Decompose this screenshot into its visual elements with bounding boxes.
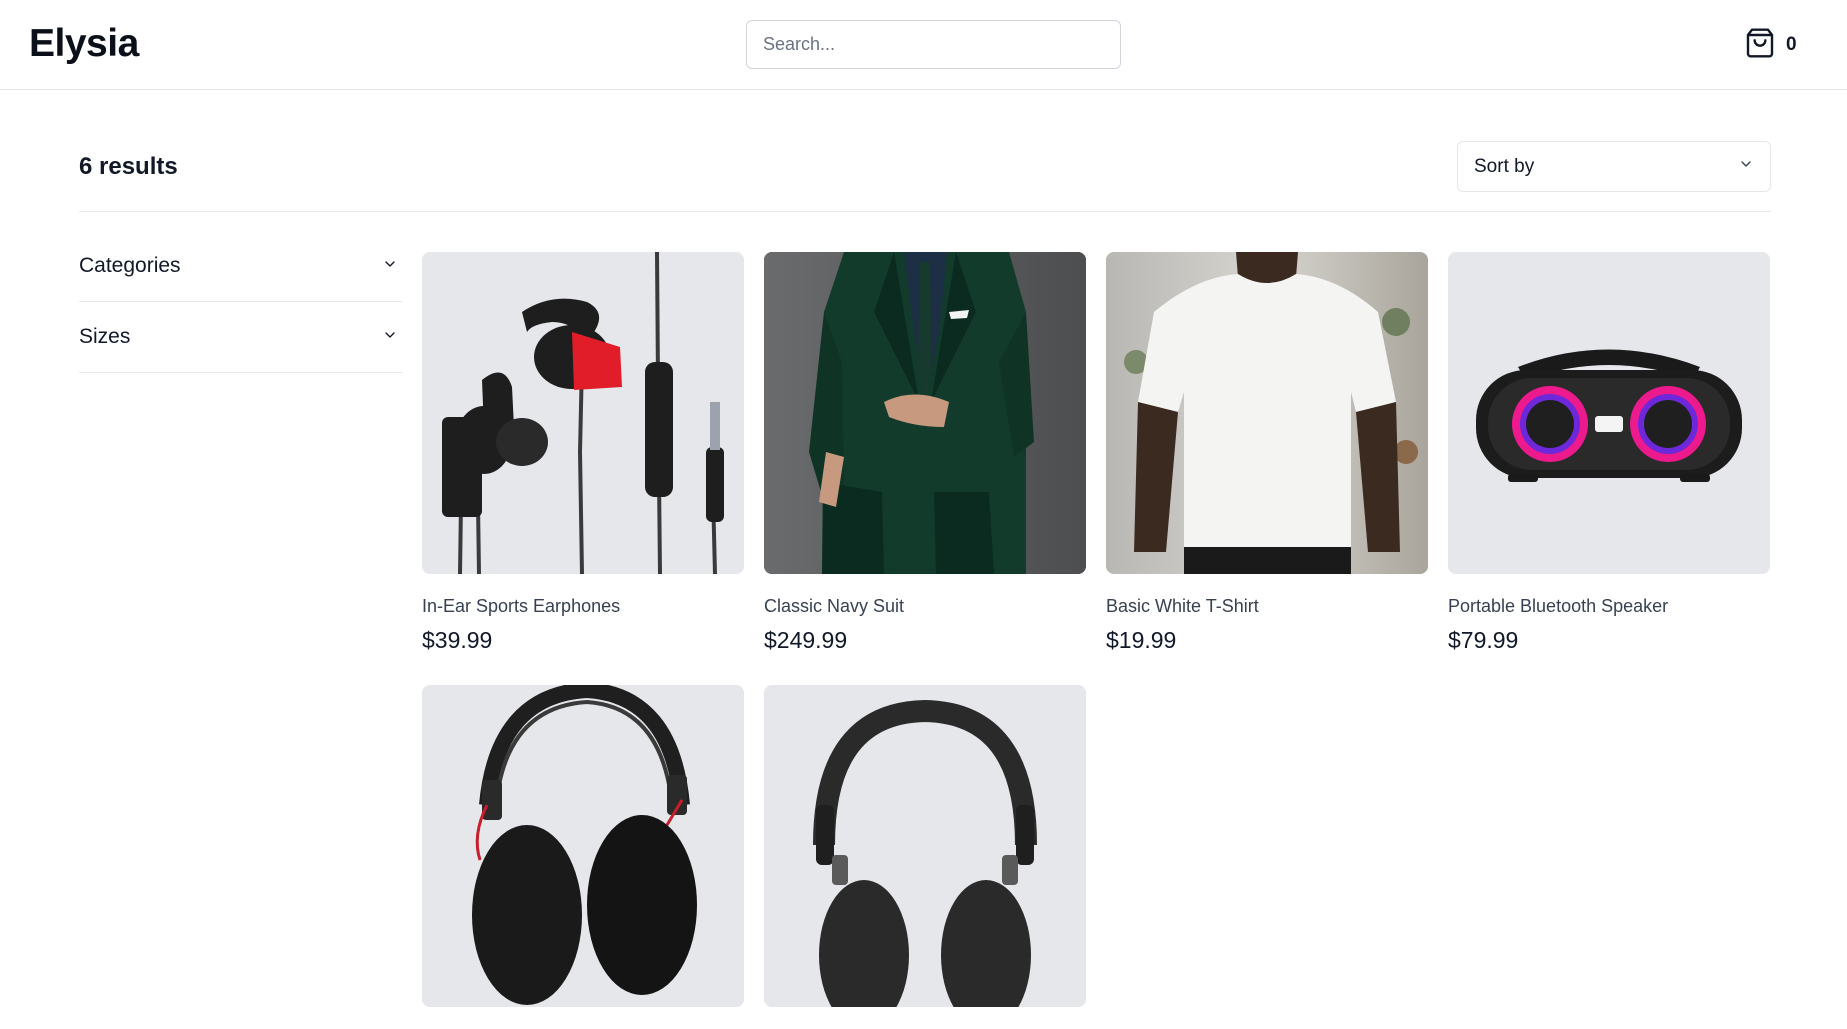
filter-label: Sizes	[79, 325, 131, 348]
tshirt-image[interactable]	[1106, 252, 1428, 574]
filter-sizes[interactable]: Sizes	[79, 302, 402, 373]
product-card[interactable]	[422, 685, 744, 1029]
product-card[interactable]: In-Ear Sports Earphones $39.99	[422, 252, 744, 654]
product-price: $249.99	[764, 627, 848, 653]
product-card[interactable]: Classic Navy Suit $249.99	[764, 252, 1086, 654]
site-header: Elysia 0	[0, 0, 1847, 90]
product-price: $19.99	[1106, 627, 1177, 653]
product-card[interactable]	[764, 685, 1086, 1029]
product-name[interactable]: Portable Bluetooth Speaker	[1448, 596, 1770, 617]
filter-categories[interactable]: Categories	[79, 231, 402, 302]
product-card[interactable]: Basic White T-Shirt $19.99	[1106, 252, 1428, 654]
product-grid: In-Ear Sports Earphones $39.99 Classic N…	[422, 252, 1771, 1029]
site-logo[interactable]: Elysia	[29, 22, 139, 66]
chevron-down-icon	[382, 327, 398, 348]
headphones-red-image[interactable]	[422, 685, 744, 1007]
speaker-image[interactable]	[1448, 252, 1770, 574]
suit-image[interactable]	[764, 252, 1086, 574]
product-card[interactable]: Portable Bluetooth Speaker $79.99	[1448, 252, 1770, 654]
results-count: 6 results	[79, 153, 178, 180]
product-price: $39.99	[422, 627, 493, 653]
filter-sidebar: Categories Sizes	[79, 231, 402, 373]
product-name[interactable]: In-Ear Sports Earphones	[422, 596, 744, 617]
product-price: $79.99	[1448, 627, 1519, 653]
chevron-down-icon	[1738, 156, 1754, 177]
product-name[interactable]: Basic White T-Shirt	[1106, 596, 1428, 617]
product-name[interactable]: Classic Navy Suit	[764, 596, 1086, 617]
headphones-black-image[interactable]	[764, 685, 1086, 1007]
earphones-image[interactable]	[422, 252, 744, 574]
sort-dropdown[interactable]: Sort by	[1457, 141, 1771, 192]
sort-label: Sort by	[1474, 155, 1535, 177]
chevron-down-icon	[382, 256, 398, 277]
search-input[interactable]	[746, 20, 1121, 69]
cart-count: 0	[1786, 34, 1797, 55]
shopping-bag-icon	[1744, 27, 1776, 64]
results-toolbar: 6 results Sort by	[79, 140, 1771, 212]
cart-button[interactable]: 0	[1744, 27, 1797, 64]
filter-label: Categories	[79, 254, 181, 277]
